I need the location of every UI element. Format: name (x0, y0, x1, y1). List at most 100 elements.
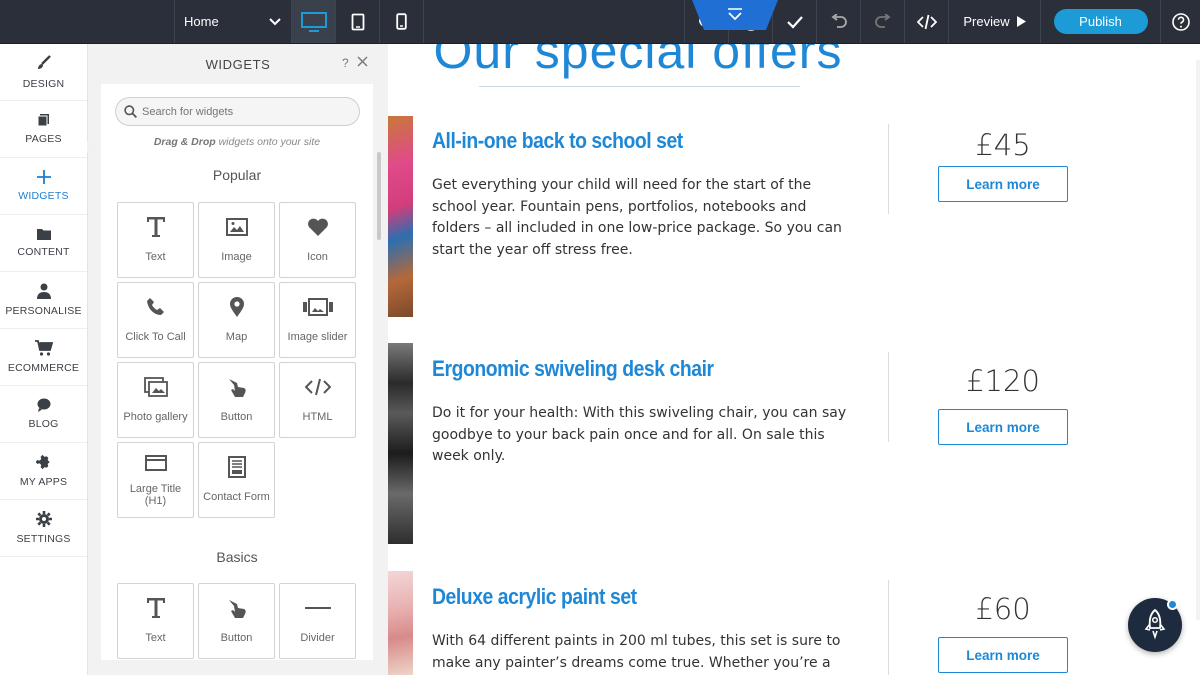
product-description[interactable]: With 64 different paints in 200 ml tubes… (432, 631, 852, 675)
product-title[interactable]: All-in-one back to school set (432, 128, 683, 154)
product-price[interactable]: £60 (938, 592, 1068, 626)
nav-item-pages[interactable]: PAGES (0, 101, 87, 158)
widget-label: HTML (302, 411, 333, 423)
learn-more-button[interactable]: Learn more (938, 409, 1068, 445)
basics-heading: Basics (216, 549, 258, 565)
widget-contact-form[interactable]: Contact Form (198, 442, 275, 518)
widget-label: Image slider (287, 331, 348, 343)
product-description[interactable]: Do it for your health: With this swiveli… (432, 403, 852, 468)
widget-label: Map (225, 331, 248, 343)
widget-search-input[interactable] (142, 105, 342, 118)
hint-rest: widgets onto your site (215, 136, 321, 148)
widget-search-box[interactable] (115, 97, 360, 126)
nav-label-settings: SETTINGS (16, 533, 71, 545)
product-price[interactable]: £120 (938, 364, 1068, 398)
panel-help-button[interactable]: ? (342, 56, 349, 70)
widget-icon[interactable]: Icon (279, 202, 356, 278)
learn-more-button[interactable]: Learn more (938, 166, 1068, 202)
form-icon (227, 456, 246, 478)
nav-item-personalise[interactable]: PERSONALISE (0, 272, 87, 329)
product-title[interactable]: Deluxe acrylic paint set (432, 584, 637, 610)
site-canvas: Our special offers All-in-one back to sc… (388, 44, 1200, 675)
chevron-down-icon (728, 8, 742, 21)
play-icon (1016, 16, 1026, 27)
page-heading[interactable]: Our special offers (388, 44, 888, 80)
popular-heading: Popular (212, 167, 262, 183)
text-icon (146, 217, 165, 237)
nav-item-blog[interactable]: BLOG (0, 386, 87, 443)
toolbar-center (424, 0, 778, 43)
product-image-school-set[interactable] (388, 116, 413, 317)
mobile-view-button[interactable] (380, 0, 424, 43)
tablet-view-button[interactable] (336, 0, 380, 43)
widget-basic-text[interactable]: Text (117, 583, 194, 659)
learn-more-button[interactable]: Learn more (938, 637, 1068, 673)
panel-header: WIDGETS ? (88, 44, 388, 84)
publish-button[interactable]: Publish (1053, 9, 1148, 34)
speech-bubble-icon (37, 398, 50, 412)
undo-icon (831, 13, 847, 28)
page-selector[interactable]: Home (175, 0, 292, 43)
product-price[interactable]: £45 (938, 128, 1068, 162)
code-icon (916, 14, 937, 29)
panel-close-button[interactable] (357, 54, 368, 70)
redo-icon (874, 13, 890, 28)
help-button[interactable] (1161, 0, 1200, 43)
widget-image[interactable]: Image (198, 202, 275, 278)
nav-label-personalise: PERSONALISE (5, 305, 82, 317)
nav-item-my-apps[interactable]: MY APPS (0, 443, 87, 500)
nav-item-content[interactable]: CONTENT (0, 215, 87, 272)
divider-icon (304, 607, 331, 609)
preview-button[interactable]: Preview (949, 0, 1041, 43)
widget-divider[interactable]: Divider (279, 583, 356, 659)
widget-basic-button[interactable]: Button (198, 583, 275, 659)
widget-html[interactable]: HTML (279, 362, 356, 438)
nav-item-settings[interactable]: SETTINGS (0, 500, 87, 557)
plus-icon (36, 170, 51, 184)
page-scrollbar[interactable] (1196, 60, 1200, 620)
column-divider (888, 352, 889, 442)
undo-button[interactable] (817, 0, 861, 43)
widget-label: Contact Form (203, 491, 270, 503)
redo-button[interactable] (861, 0, 905, 43)
panel-scrollbar[interactable] (377, 152, 381, 240)
product-description[interactable]: Get everything your child will need for … (432, 175, 852, 261)
check-button[interactable] (773, 0, 817, 43)
panel-title: WIDGETS (205, 56, 271, 72)
widget-click-to-call[interactable]: Click To Call (117, 282, 194, 358)
widget-label: Large Title (H1) (129, 483, 182, 507)
desktop-view-button[interactable] (292, 0, 336, 43)
page-selector-label: Home (184, 14, 219, 29)
puzzle-icon (35, 454, 50, 470)
widget-label: Text (145, 251, 166, 263)
phone-handset-icon (146, 298, 164, 315)
widget-label: Icon (307, 251, 328, 263)
chevron-down-icon (269, 17, 281, 25)
nav-item-design[interactable]: DESIGN (0, 44, 87, 101)
widget-large-title[interactable]: Large Title (H1) (117, 442, 194, 518)
text-icon (146, 598, 165, 618)
nav-item-widgets[interactable]: WIDGETS (0, 158, 87, 215)
widget-button[interactable]: Button (198, 362, 275, 438)
widgets-list: Drag & Drop widgets onto your site Popul… (101, 84, 373, 660)
widget-text[interactable]: Text (117, 202, 194, 278)
photo-gallery-icon (143, 377, 168, 397)
map-pin-icon (229, 297, 244, 317)
product-title[interactable]: Ergonomic swiveling desk chair (432, 356, 714, 382)
widget-photo-gallery[interactable]: Photo gallery (117, 362, 194, 438)
help-icon (1171, 12, 1190, 31)
close-icon (357, 56, 368, 67)
collapse-toolbar-tab[interactable] (692, 0, 778, 30)
code-view-button[interactable] (905, 0, 949, 43)
widget-label: Click To Call (125, 331, 186, 343)
checkmark-icon (786, 15, 803, 29)
nav-item-ecommerce[interactable]: ECOMMERCE (0, 329, 87, 386)
widget-image-slider[interactable]: Image slider (279, 282, 356, 358)
widget-map[interactable]: Map (198, 282, 275, 358)
product-image-desk-chair[interactable] (388, 343, 413, 544)
product-image-paint-set[interactable] (388, 571, 413, 675)
image-slider-icon (302, 298, 333, 316)
pointer-hand-icon (228, 379, 246, 397)
widget-label: Button (220, 411, 253, 423)
heading-divider (479, 86, 800, 87)
